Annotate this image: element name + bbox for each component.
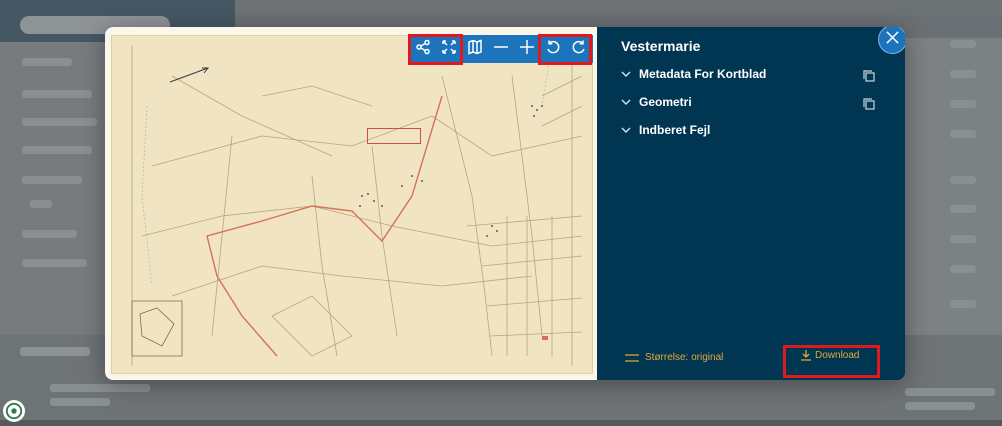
close-button[interactable] <box>878 27 905 54</box>
rotate-left-button[interactable] <box>540 36 566 62</box>
background-line <box>50 384 150 392</box>
background-line <box>950 205 976 213</box>
background-line <box>950 300 976 308</box>
background-table-header <box>235 0 1002 16</box>
map-stamp <box>367 128 421 144</box>
rotate-right-icon <box>571 39 587 60</box>
historical-map-drawing <box>131 45 583 366</box>
background-line <box>30 200 52 208</box>
chevron-down-icon <box>621 68 633 80</box>
background-footer-strip <box>0 420 1002 426</box>
map-viewer[interactable] <box>105 27 597 380</box>
background-line <box>950 70 976 78</box>
fullscreen-icon <box>441 39 457 60</box>
fullscreen-button[interactable] <box>436 36 462 62</box>
accordion-metadata[interactable]: Metadata For Kortblad <box>621 65 766 83</box>
share-icon <box>415 39 431 60</box>
zoom-in-icon <box>519 39 535 60</box>
download-icon <box>800 349 812 361</box>
background-line <box>50 398 110 406</box>
size-selector[interactable]: Størrelse: original <box>625 352 723 363</box>
copy-geometri-button[interactable] <box>862 97 876 111</box>
zoom-out-button[interactable] <box>488 36 514 62</box>
zoom-out-icon <box>493 39 509 60</box>
chevron-down-icon <box>621 124 633 136</box>
background-line <box>22 259 87 267</box>
close-icon <box>885 30 900 50</box>
copy-icon <box>862 98 876 115</box>
background-line <box>22 146 92 154</box>
accordion-label: Metadata For Kortblad <box>639 67 767 81</box>
map-toolbar <box>410 35 593 63</box>
background-line <box>22 230 77 238</box>
share-button[interactable] <box>410 36 436 62</box>
background-line <box>950 130 976 138</box>
background-line <box>905 402 975 410</box>
size-lines-icon <box>625 353 639 363</box>
copy-icon <box>862 70 876 87</box>
historical-map-image[interactable] <box>111 35 593 374</box>
background-footer-title <box>20 347 90 356</box>
background-line <box>950 176 976 184</box>
map-layers-icon <box>467 38 483 60</box>
background-line <box>22 58 72 66</box>
background-line <box>950 100 976 108</box>
accordion-indberet-fejl[interactable]: Indberet Fejl <box>621 121 710 139</box>
accordion-geometri[interactable]: Geometri <box>621 93 692 111</box>
download-label: Download <box>815 349 860 361</box>
download-button[interactable]: Download <box>800 349 859 361</box>
accordion-label: Geometri <box>639 95 692 109</box>
rotate-left-icon <box>545 39 561 60</box>
background-line <box>22 90 92 98</box>
chevron-down-icon <box>621 96 633 108</box>
site-logo-icon[interactable] <box>3 400 25 422</box>
background-line <box>950 235 976 243</box>
rotate-right-button[interactable] <box>566 36 592 62</box>
background-line <box>905 388 995 396</box>
size-label: Størrelse: original <box>645 352 724 363</box>
zoom-in-button[interactable] <box>514 36 540 62</box>
map-viewer-modal: Vestermarie Metadata For Kortblad Geomet… <box>105 27 905 380</box>
background-line <box>950 40 976 48</box>
map-layers-button[interactable] <box>462 36 488 62</box>
background-line <box>950 265 976 273</box>
background-line <box>22 176 82 184</box>
map-title: Vestermarie <box>621 38 701 54</box>
map-info-panel: Vestermarie Metadata For Kortblad Geomet… <box>597 27 905 380</box>
accordion-label: Indberet Fejl <box>639 123 711 137</box>
copy-metadata-button[interactable] <box>862 69 876 83</box>
background-line <box>22 118 97 126</box>
